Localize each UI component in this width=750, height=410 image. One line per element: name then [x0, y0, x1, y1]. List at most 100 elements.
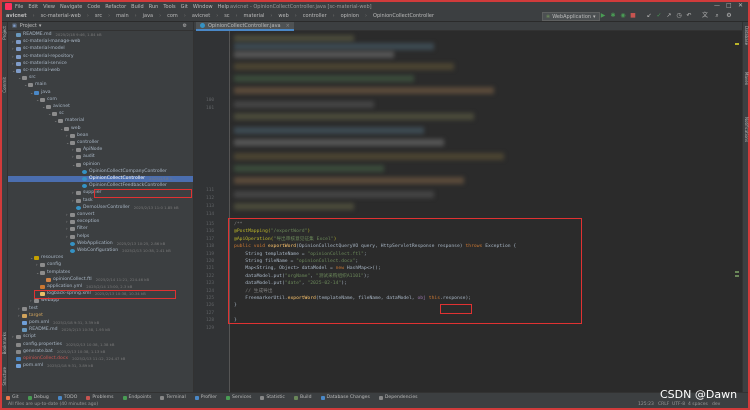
git-branch[interactable]: dev [712, 402, 720, 407]
tool-tab-problems[interactable]: Problems [86, 395, 114, 400]
breadcrumb-item[interactable]: controller [303, 13, 327, 19]
menu-code[interactable]: Code [87, 4, 100, 10]
menu-tools[interactable]: Tools [163, 4, 175, 10]
project-tree-item[interactable]: ⌄ sc [8, 111, 193, 117]
tool-tab-statistic[interactable]: Statistic [260, 395, 285, 400]
debug-icon[interactable]: ✱ [610, 13, 616, 19]
project-panel-title[interactable]: Project [20, 23, 37, 29]
project-tree-item[interactable]: generate.bat 2025/2/13 10:38, 1.13 kB [8, 349, 193, 355]
menu-build[interactable]: Build [131, 4, 144, 10]
project-tree-item[interactable]: WebConfiguration 2025/2/13 10:38, 2.41 kB [8, 248, 193, 254]
menu-help[interactable]: Help [218, 4, 229, 10]
project-tree-item[interactable]: opinionCollect.docx 2025/2/13 11:12, 224.… [8, 356, 193, 362]
maximize-button[interactable]: □ [726, 2, 732, 9]
rollback-icon[interactable]: ↶ [686, 13, 692, 19]
project-tree-item[interactable]: › ApiNode [8, 147, 193, 153]
change-marker[interactable] [735, 271, 739, 273]
tool-tab-profiler[interactable]: Profiler [194, 395, 217, 400]
project-tree-item[interactable]: › convert [8, 212, 193, 218]
breadcrumb-item[interactable]: com [167, 13, 178, 19]
project-tree-item[interactable]: › test [8, 306, 193, 312]
breadcrumb-item[interactable]: sc [224, 13, 229, 19]
project-tree-item[interactable]: › exception [8, 219, 193, 225]
tool-tab-git[interactable]: Git [6, 395, 19, 400]
project-tree-item[interactable]: DemoUserController 2025/2/13 11:0 1.85 kB [8, 205, 193, 211]
project-tree-item[interactable]: › filter [8, 226, 193, 232]
git-push-icon[interactable]: ↗ [666, 13, 672, 19]
breadcrumb-item[interactable]: opinion [341, 13, 359, 19]
code-editor[interactable]: 100 101 111 112 113 114 115 116 117 118 119 120 121 1… [194, 31, 742, 398]
menu-run[interactable]: Run [149, 4, 159, 10]
project-tree-item[interactable]: opinionCollect.ftl 2025/2/14 11:21, 224.4… [8, 277, 193, 283]
close-window-button[interactable]: ✕ [738, 2, 743, 9]
editor-tab-active[interactable]: OpinionCollectController.java × [196, 22, 294, 31]
menu-view[interactable]: View [43, 4, 55, 10]
git-commit-icon[interactable]: ✓ [656, 13, 662, 19]
tool-tab-endpoints[interactable]: Endpoints [122, 395, 151, 400]
breadcrumb-item[interactable]: avicnet [192, 13, 210, 19]
history-icon[interactable]: ◷ [676, 13, 682, 19]
project-tree-item[interactable]: › webapp [8, 298, 193, 304]
minimize-button[interactable]: — [714, 2, 720, 9]
editor-scrollbar[interactable] [734, 31, 740, 398]
project-tree-item[interactable]: pom.xml 2025/2/18 9:31, 3.39 kB [8, 320, 193, 326]
translate-icon[interactable]: 文 [702, 13, 708, 19]
close-icon[interactable]: × [286, 23, 290, 29]
project-tree-item[interactable]: OpinionCollectController 2025/2/18 1... [8, 176, 193, 182]
warning-marker[interactable] [735, 43, 739, 45]
run-icon[interactable]: ▶ [600, 13, 606, 19]
breadcrumb-item[interactable]: OpinionCollectController [373, 13, 434, 19]
project-tree-item[interactable]: ⌄ material [8, 118, 193, 124]
change-marker[interactable] [735, 275, 739, 277]
chevron-down-icon[interactable]: ▾ [39, 23, 42, 29]
breadcrumb-item[interactable]: java [143, 13, 153, 19]
project-tree-item[interactable]: ⌄ sc-material-web [8, 68, 193, 74]
project-tree-item[interactable]: › sc-material-service [8, 61, 193, 67]
project-tree-item[interactable]: › bean [8, 133, 193, 139]
tool-tab-database-changes[interactable]: Database Changes [320, 395, 370, 400]
breadcrumb-item[interactable]: sc-material-web [41, 13, 81, 19]
menu-git[interactable]: Git [181, 4, 188, 10]
project-tree-item[interactable]: ⌄ com [8, 97, 193, 103]
tool-tab-dependencies[interactable]: Dependencies [378, 395, 418, 400]
menu-navigate[interactable]: Navigate [60, 4, 82, 10]
git-update-icon[interactable]: ↙ [646, 13, 652, 19]
indent-setting[interactable]: 4 spaces [688, 402, 708, 407]
caret-position[interactable]: 125:23 [638, 402, 654, 407]
breadcrumb-item[interactable]: main [116, 13, 129, 19]
project-tree-item[interactable]: README.md 2025/2/18 9:46, 1.84 kB [8, 32, 193, 38]
menu-refactor[interactable]: Refactor [105, 4, 126, 10]
menu-file[interactable]: File [15, 4, 23, 10]
run-configuration-select[interactable]: ❀ WebApplication ▾ [542, 12, 600, 21]
project-tree-item[interactable]: ⌄ opinion [8, 162, 193, 168]
project-tree-item[interactable]: › script [8, 334, 193, 340]
project-tree-item[interactable]: › target [8, 313, 193, 319]
coverage-icon[interactable]: ◉ [620, 13, 626, 19]
notifications-tool-tab[interactable]: Notifications [743, 117, 749, 142]
project-tree-item[interactable]: ⌄ avicnet [8, 104, 193, 110]
stop-icon[interactable]: ■ [630, 13, 636, 19]
breadcrumb-item[interactable]: avicnet [6, 13, 27, 19]
project-tree-item[interactable]: ⌄ resources [8, 255, 193, 261]
project-tree-item[interactable]: ⌄ main [8, 82, 193, 88]
line-separator[interactable]: CRLF [658, 402, 669, 407]
project-tree-item[interactable]: WebApplication 2025/2/13 10:25, 2.86 kB [8, 241, 193, 247]
project-tree-item[interactable]: OpinionCollectCompanyController [8, 169, 193, 175]
project-tree-item[interactable]: ⌄ java [8, 90, 193, 96]
breadcrumb-item[interactable]: web [278, 13, 288, 19]
menu-edit[interactable]: Edit [28, 4, 38, 10]
project-tree-item[interactable]: ⌄ web [8, 126, 193, 132]
project-tree-item[interactable]: › audit [8, 154, 193, 160]
project-tree-item[interactable]: config.properties 2025/2/13 10:38, 1.38 k… [8, 342, 193, 348]
project-tree-item[interactable]: › sc-material-repository [8, 54, 193, 60]
breadcrumb-item[interactable]: material [244, 13, 265, 19]
project-tree-item[interactable]: › config [8, 262, 193, 268]
tool-tab-services[interactable]: Services [225, 395, 251, 400]
menu-window[interactable]: Window [193, 4, 213, 10]
project-tree-item[interactable]: README.md 2025/2/13 10:38, 1.95 kB [8, 327, 193, 333]
project-tree-item[interactable]: › helps [8, 234, 193, 240]
project-tree-item[interactable]: ⌄ src [8, 75, 193, 81]
tool-tab-build[interactable]: Build [293, 395, 312, 400]
database-tool-tab[interactable]: Database [743, 26, 749, 45]
maven-tool-tab[interactable]: Maven [743, 72, 749, 85]
